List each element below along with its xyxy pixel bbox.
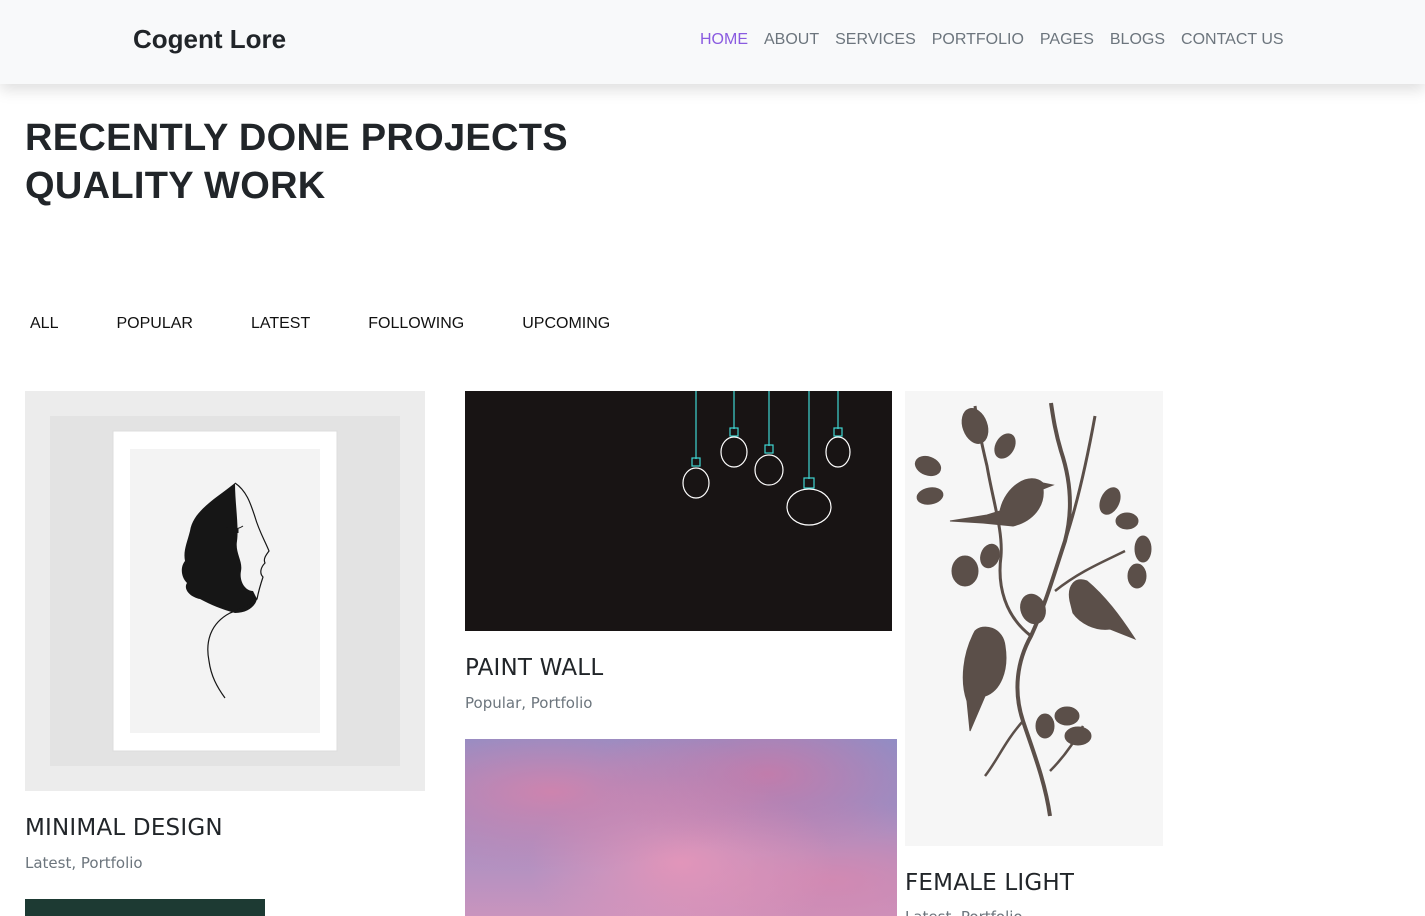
paint-wall-image[interactable]	[465, 391, 892, 631]
minimal-design-title[interactable]: MINIMAL DESIGN	[25, 815, 223, 841]
filter-latest[interactable]: LATEST	[251, 315, 310, 333]
female-light-tags: Latest, Portfolio	[905, 908, 1023, 916]
headline-line-1: RECENTLY DONE PROJECTS	[25, 117, 568, 159]
minimal-design-tags: Latest, Portfolio	[25, 854, 143, 872]
face-line-art-icon	[50, 416, 400, 766]
nav-services[interactable]: SERVICES	[835, 31, 916, 49]
sky-project-image[interactable]	[465, 739, 897, 916]
nav-portfolio[interactable]: PORTFOLIO	[932, 31, 1024, 49]
nav-home[interactable]: HOME	[700, 31, 748, 49]
hanging-bulbs-icon	[682, 391, 851, 526]
nav-pages[interactable]: PAGES	[1040, 31, 1094, 49]
navbar: Cogent Lore HOME ABOUT SERVICES PORTFOLI…	[0, 0, 1425, 84]
filter-following[interactable]: FOLLOWING	[368, 315, 464, 333]
filter-popular[interactable]: POPULAR	[116, 315, 192, 333]
filter-upcoming[interactable]: UPCOMING	[522, 315, 610, 333]
brand-logo[interactable]: Cogent Lore	[133, 24, 286, 55]
paint-wall-title[interactable]: PAINT WALL	[465, 655, 603, 681]
filter-all[interactable]: ALL	[30, 315, 58, 333]
portfolio-filters: ALL POPULAR LATEST FOLLOWING UPCOMING	[30, 315, 668, 333]
birds-on-branch-icon	[914, 402, 1152, 817]
section-headline: RECENTLY DONE PROJECTS QUALITY WORK	[25, 114, 568, 210]
paint-wall-tags: Popular, Portfolio	[465, 694, 593, 712]
next-project-image[interactable]	[25, 899, 265, 916]
nav-about[interactable]: ABOUT	[764, 31, 819, 49]
nav-blogs[interactable]: BLOGS	[1110, 31, 1165, 49]
nav-menu: HOME ABOUT SERVICES PORTFOLIO PAGES BLOG…	[700, 31, 1300, 49]
female-light-title[interactable]: FEMALE LIGHT	[905, 870, 1074, 896]
headline-line-2: QUALITY WORK	[25, 165, 326, 207]
minimal-design-image[interactable]	[25, 391, 425, 791]
female-light-image[interactable]	[905, 391, 1163, 846]
nav-contact[interactable]: CONTACT US	[1181, 31, 1284, 49]
